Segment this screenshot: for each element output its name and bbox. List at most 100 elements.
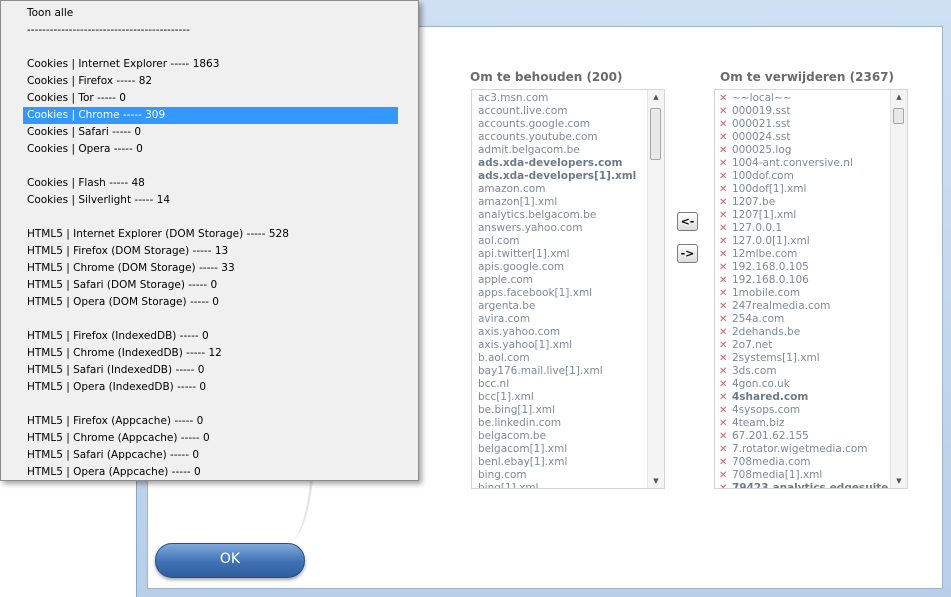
list-item[interactable]: apis.google.com — [472, 261, 647, 274]
list-item[interactable]: accounts.youtube.com — [472, 131, 647, 144]
list-item[interactable]: ✕ 192.168.0.105 — [715, 261, 890, 274]
list-item[interactable]: ✕ 000019.sst — [715, 105, 890, 118]
list-item[interactable]: be.bing[1].xml — [472, 404, 647, 417]
menu-item[interactable]: HTML5 | Safari (DOM Storage) ----- 0 — [23, 277, 398, 294]
list-item[interactable]: ✕ 2dehands.be — [715, 326, 890, 339]
list-item[interactable]: account.live.com — [472, 105, 647, 118]
list-item[interactable]: bcc[1].xml — [472, 391, 647, 404]
list-item[interactable]: ✕ 4team.biz — [715, 417, 890, 430]
menu-item[interactable]: Cookies | Tor ----- 0 — [23, 90, 398, 107]
list-item[interactable]: ✕ 12mlbe.com — [715, 248, 890, 261]
list-item[interactable]: ✕ 7.rotator.wigetmedia.com — [715, 443, 890, 456]
list-item[interactable]: ads.xda-developers[1].xml — [472, 170, 647, 183]
menu-item[interactable]: Cookies | Opera ----- 0 — [23, 141, 398, 158]
list-item[interactable]: api.twitter[1].xml — [472, 248, 647, 261]
list-item[interactable]: ✕ 127.0.0.1 — [715, 222, 890, 235]
list-item[interactable]: ✕ 1207.be — [715, 196, 890, 209]
menu-item[interactable]: Cookies | Silverlight ----- 14 — [23, 192, 398, 209]
list-item[interactable]: aol.com — [472, 235, 647, 248]
list-item[interactable]: ✕ 100dof.com — [715, 170, 890, 183]
list-item[interactable]: amazon[1].xml — [472, 196, 647, 209]
list-item[interactable]: ✕ 1207[1].xml — [715, 209, 890, 222]
list-item[interactable]: ✕ 000025.log — [715, 144, 890, 157]
keep-listbox[interactable]: ac3.msn.com account.live.com accounts.goog… — [471, 89, 665, 489]
menu-spacer — [23, 209, 398, 226]
menu-item[interactable]: HTML5 | Safari (Appcache) ----- 0 — [23, 447, 398, 464]
menu-item[interactable]: HTML5 | Opera (IndexedDB) ----- 0 — [23, 379, 398, 396]
list-item[interactable]: belgacom.be — [472, 430, 647, 443]
menu-item[interactable]: HTML5 | Firefox (IndexedDB) ----- 0 — [23, 328, 398, 345]
move-to-remove-button[interactable]: -> — [677, 244, 698, 263]
menu-item[interactable]: HTML5 | Internet Explorer (DOM Storage) … — [23, 226, 398, 243]
menu-item[interactable]: Cookies | Flash ----- 48 — [23, 175, 398, 192]
list-item[interactable]: ads.xda-developers.com — [472, 157, 647, 170]
menu-item[interactable]: HTML5 | Safari (IndexedDB) ----- 0 — [23, 362, 398, 379]
list-item[interactable]: belgacom[1].xml — [472, 443, 647, 456]
list-item[interactable]: ✕ 79423.analytics.edgesuite.net — [715, 482, 890, 488]
list-item[interactable]: ✕ 708media.com — [715, 456, 890, 469]
list-item[interactable]: argenta.be — [472, 300, 647, 313]
menu-item[interactable]: Cookies | Firefox ----- 82 — [23, 73, 398, 90]
list-item[interactable]: ✕ 000024.sst — [715, 131, 890, 144]
list-item[interactable]: ✕ 247realmedia.com — [715, 300, 890, 313]
list-item[interactable]: bing[1].xml — [472, 482, 647, 488]
list-item[interactable]: axis.yahoo[1].xml — [472, 339, 647, 352]
menu-item[interactable]: HTML5 | Chrome (IndexedDB) ----- 12 — [23, 345, 398, 362]
ok-button[interactable]: OK — [155, 543, 305, 578]
scroll-down-icon[interactable]: ▼ — [648, 474, 664, 488]
list-item[interactable]: answers.yahoo.com — [472, 222, 647, 235]
list-item[interactable]: ✕ ~~local~~ — [715, 92, 890, 105]
menu-item[interactable]: HTML5 | Firefox (DOM Storage) ----- 13 — [23, 243, 398, 260]
menu-item[interactable]: Cookies | Safari ----- 0 — [23, 124, 398, 141]
list-item[interactable]: apple.com — [472, 274, 647, 287]
list-item[interactable]: ✕ 254a.com — [715, 313, 890, 326]
list-item[interactable]: analytics.belgacom.be — [472, 209, 647, 222]
list-item[interactable]: benl.ebay[1].xml — [472, 456, 647, 469]
list-item[interactable]: admit.belgacom.be — [472, 144, 647, 157]
list-item[interactable]: ✕ 127.0.0[1].xml — [715, 235, 890, 248]
list-item[interactable]: ✕ 3ds.com — [715, 365, 890, 378]
list-item[interactable]: b.aol.com — [472, 352, 647, 365]
list-item[interactable]: ✕ 1mobile.com — [715, 287, 890, 300]
list-item[interactable]: ✕ 4shared.com — [715, 391, 890, 404]
scroll-up-icon[interactable]: ▲ — [648, 90, 664, 104]
list-item[interactable]: bing.com — [472, 469, 647, 482]
list-item[interactable]: ✕ 4sysops.com — [715, 404, 890, 417]
menu-item[interactable]: Cookies | Chrome ----- 309 — [23, 107, 398, 124]
menu-item[interactable]: HTML5 | Opera (DOM Storage) ----- 0 — [23, 294, 398, 311]
list-item[interactable]: ✕ 100dof[1].xml — [715, 183, 890, 196]
remove-listbox[interactable]: ✕ ~~local~~ ✕ 000019.sst ✕ 000021.sst ✕ 000024.… — [714, 89, 908, 489]
remove-list-scrollbar[interactable]: ▲ ▼ — [890, 90, 907, 488]
scroll-down-icon[interactable]: ▼ — [891, 474, 907, 488]
scroll-thumb[interactable] — [650, 108, 661, 160]
list-item[interactable]: ✕ 2systems[1].xml — [715, 352, 890, 365]
list-item[interactable]: ✕ 192.168.0.106 — [715, 274, 890, 287]
menu-item[interactable]: HTML5 | Chrome (Appcache) ----- 0 — [23, 430, 398, 447]
list-item[interactable]: ✕ 000021.sst — [715, 118, 890, 131]
scroll-thumb[interactable] — [893, 108, 904, 124]
menu-item[interactable]: HTML5 | Chrome (DOM Storage) ----- 33 — [23, 260, 398, 277]
list-item[interactable]: apps.facebook[1].xml — [472, 287, 647, 300]
list-item[interactable]: ✕ 2o7.net — [715, 339, 890, 352]
move-to-keep-button[interactable]: <- — [677, 212, 698, 231]
list-item[interactable]: amazon.com — [472, 183, 647, 196]
menu-item[interactable]: HTML5 | Firefox (Appcache) ----- 0 — [23, 413, 398, 430]
menu-item[interactable]: HTML5 | Opera (Appcache) ----- 0 — [23, 464, 398, 480]
list-item[interactable]: avira.com — [472, 313, 647, 326]
keep-list-scrollbar[interactable]: ▲ ▼ — [647, 90, 664, 488]
list-item[interactable]: ✕ 708media[1].xml — [715, 469, 890, 482]
delete-cross-icon: ✕ — [719, 158, 728, 169]
list-item[interactable]: accounts.google.com — [472, 118, 647, 131]
list-item[interactable]: axis.yahoo.com — [472, 326, 647, 339]
list-item[interactable]: ✕ 1004-ant.conversive.nl — [715, 157, 890, 170]
list-item[interactable]: ✕ 4gon.co.uk — [715, 378, 890, 391]
list-item[interactable]: be.linkedin.com — [472, 417, 647, 430]
list-item[interactable]: bcc.nl — [472, 378, 647, 391]
list-item-label: 2systems[1].xml — [732, 352, 820, 364]
list-item[interactable]: bay176.mail.live[1].xml — [472, 365, 647, 378]
menu-item[interactable]: Toon alle — [23, 5, 398, 22]
list-item[interactable]: ✕ 67.201.62.155 — [715, 430, 890, 443]
scroll-up-icon[interactable]: ▲ — [891, 90, 907, 104]
list-item[interactable]: ac3.msn.com — [472, 92, 647, 105]
menu-item[interactable]: Cookies | Internet Explorer ----- 1863 — [23, 56, 398, 73]
